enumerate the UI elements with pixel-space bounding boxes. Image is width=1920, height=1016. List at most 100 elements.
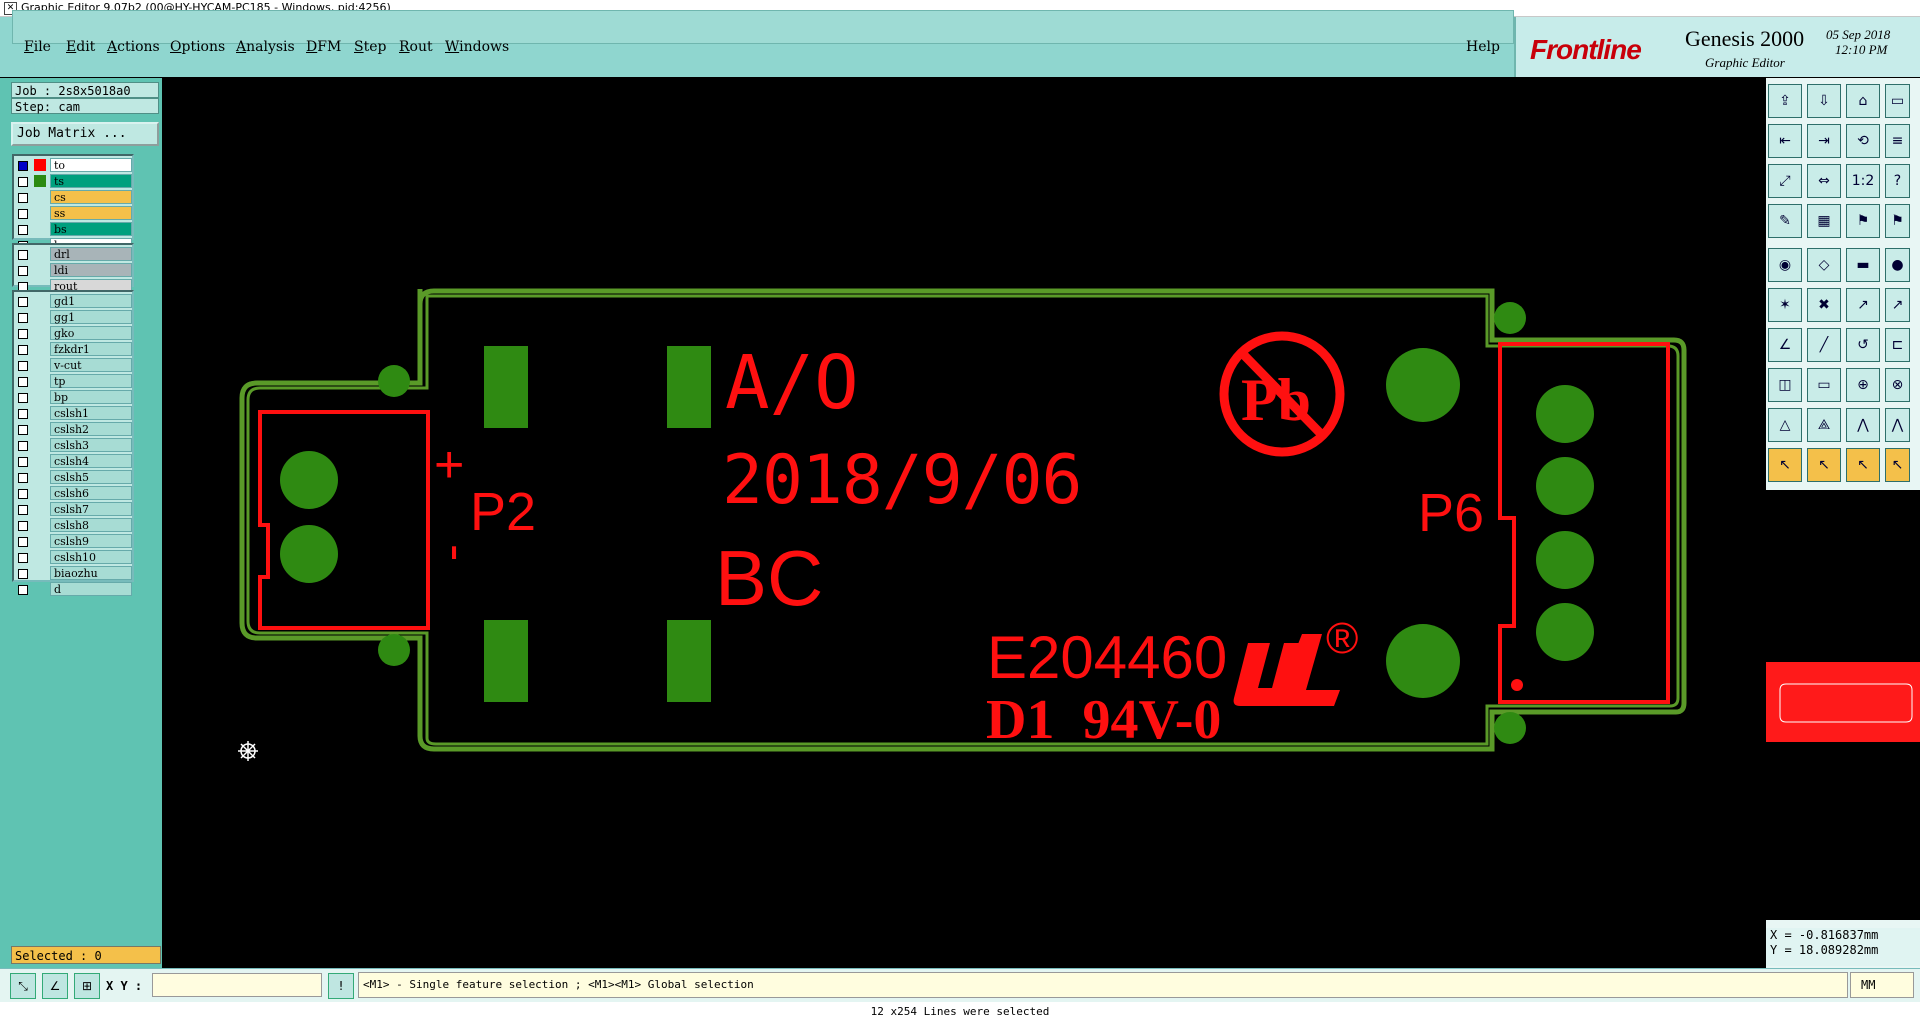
layer-name[interactable]: cslsh8 (50, 518, 132, 532)
layer-name[interactable]: gd1 (50, 294, 132, 308)
layer-checkbox[interactable] (18, 537, 28, 547)
layer-checkbox[interactable] (18, 266, 28, 276)
tool-button-icon[interactable]: ⟁ (1807, 408, 1841, 442)
layer-color-swatch[interactable] (34, 264, 46, 276)
tool-button-icon[interactable]: ⟲ (1846, 124, 1880, 158)
tool-button-icon[interactable]: ⇤ (1768, 124, 1802, 158)
tool-button-icon[interactable]: ⋀ (1846, 408, 1880, 442)
tool-button-icon[interactable]: ⚑ (1885, 204, 1910, 238)
menu-file[interactable]: File (24, 39, 51, 55)
layer-row[interactable]: cslsh3 (14, 438, 132, 453)
layer-checkbox[interactable] (18, 177, 28, 187)
grid-icon[interactable]: ⊞ (74, 973, 100, 999)
layer-row[interactable]: cs (14, 190, 132, 205)
layer-row[interactable]: gd1 (14, 294, 132, 309)
layer-name[interactable]: cslsh10 (50, 550, 132, 564)
layer-row[interactable]: tp (14, 374, 132, 389)
tool-button-icon[interactable]: ↖ (1885, 448, 1910, 482)
layer-name[interactable]: v-cut (50, 358, 132, 372)
tool-button-icon[interactable]: ↗ (1846, 288, 1880, 322)
tool-button-icon[interactable]: ↖ (1846, 448, 1880, 482)
layer-color-swatch[interactable] (34, 583, 46, 595)
layer-color-swatch[interactable] (34, 159, 46, 171)
layer-name[interactable]: cs (50, 190, 132, 204)
layer-name[interactable]: ldi (50, 263, 132, 277)
tool-button-icon[interactable]: ⊏ (1885, 328, 1910, 362)
layer-color-swatch[interactable] (34, 391, 46, 403)
tool-button-icon[interactable]: ⊗ (1885, 368, 1910, 402)
tool-button-icon[interactable]: ▭ (1885, 84, 1910, 118)
help-menu[interactable]: Help (1466, 39, 1500, 55)
layer-row[interactable]: cslsh2 (14, 422, 132, 437)
layer-color-swatch[interactable] (34, 439, 46, 451)
pcb-drawing[interactable]: Pb A/O 2018/9/06 BC + - P2 P6 E204460 D1… (162, 78, 1766, 968)
layer-name[interactable]: biaozhu (50, 566, 132, 580)
layer-checkbox[interactable] (18, 250, 28, 260)
layer-color-swatch[interactable] (34, 248, 46, 260)
layer-name[interactable]: bs (50, 222, 132, 236)
tool-button-icon[interactable]: ✶ (1768, 288, 1802, 322)
tool-button-icon[interactable]: ◉ (1768, 248, 1802, 282)
layer-row[interactable]: bp (14, 390, 132, 405)
layer-color-swatch[interactable] (34, 487, 46, 499)
layer-color-swatch[interactable] (34, 207, 46, 219)
layer-name[interactable]: fzkdr1 (50, 342, 132, 356)
layer-row[interactable]: gg1 (14, 310, 132, 325)
layer-name[interactable]: cslsh1 (50, 406, 132, 420)
layer-color-swatch[interactable] (34, 567, 46, 579)
layer-checkbox[interactable] (18, 521, 28, 531)
layer-row[interactable]: ldi (14, 263, 132, 278)
layer-row[interactable]: v-cut (14, 358, 132, 373)
layer-row[interactable]: cslsh5 (14, 470, 132, 485)
tool-button-icon[interactable]: ∠ (1768, 328, 1802, 362)
layer-row[interactable]: cslsh1 (14, 406, 132, 421)
tool-button-icon[interactable]: ≡ (1885, 124, 1910, 158)
tool-button-icon[interactable]: ◫ (1768, 368, 1802, 402)
tool-button-icon[interactable]: ⇥ (1807, 124, 1841, 158)
layer-checkbox[interactable] (18, 569, 28, 579)
layer-row[interactable]: cslsh10 (14, 550, 132, 565)
layer-checkbox[interactable] (18, 409, 28, 419)
layer-color-swatch[interactable] (34, 375, 46, 387)
layer-name[interactable]: tp (50, 374, 132, 388)
zoom-in-icon[interactable]: ⤡ (10, 973, 36, 999)
layer-row[interactable]: drl (14, 247, 132, 262)
layer-row[interactable]: d (14, 582, 132, 597)
layer-checkbox[interactable] (18, 161, 28, 171)
layer-checkbox[interactable] (18, 393, 28, 403)
xy-input[interactable] (152, 973, 322, 997)
layer-checkbox[interactable] (18, 193, 28, 203)
layer-color-swatch[interactable] (34, 295, 46, 307)
layer-name[interactable]: drl (50, 247, 132, 261)
measure-icon[interactable]: ∠ (42, 973, 68, 999)
menu-analysis[interactable]: Analysis (236, 39, 295, 55)
job-matrix-button[interactable]: Job Matrix ... (11, 122, 159, 146)
layer-name[interactable]: to (50, 158, 132, 172)
tool-button-icon[interactable]: ▬ (1846, 248, 1880, 282)
tool-button-icon[interactable]: ⇩ (1807, 84, 1841, 118)
layer-color-swatch[interactable] (34, 311, 46, 323)
layer-color-swatch[interactable] (34, 519, 46, 531)
layer-color-swatch[interactable] (34, 223, 46, 235)
tool-button-icon[interactable]: ✖ (1807, 288, 1841, 322)
layer-row[interactable]: cslsh7 (14, 502, 132, 517)
layer-color-swatch[interactable] (34, 471, 46, 483)
layer-name[interactable]: ts (50, 174, 132, 188)
menu-step[interactable]: Step (354, 39, 386, 55)
tool-button-icon[interactable]: ↺ (1846, 328, 1880, 362)
layer-row[interactable]: to (14, 158, 132, 173)
layer-name[interactable]: cslsh4 (50, 454, 132, 468)
layer-name[interactable]: cslsh6 (50, 486, 132, 500)
layer-color-swatch[interactable] (34, 407, 46, 419)
layer-checkbox[interactable] (18, 553, 28, 563)
tool-button-icon[interactable]: ⤢ (1768, 164, 1802, 198)
layer-color-swatch[interactable] (34, 327, 46, 339)
layer-name[interactable]: ss (50, 206, 132, 220)
layer-name[interactable]: cslsh2 (50, 422, 132, 436)
tool-button-icon[interactable]: ▦ (1807, 204, 1841, 238)
layer-checkbox[interactable] (18, 225, 28, 235)
tool-button-icon[interactable]: 1:2 (1846, 164, 1880, 198)
layer-checkbox[interactable] (18, 473, 28, 483)
menu-rout[interactable]: Rout (399, 39, 433, 55)
tool-button-icon[interactable]: ◇ (1807, 248, 1841, 282)
